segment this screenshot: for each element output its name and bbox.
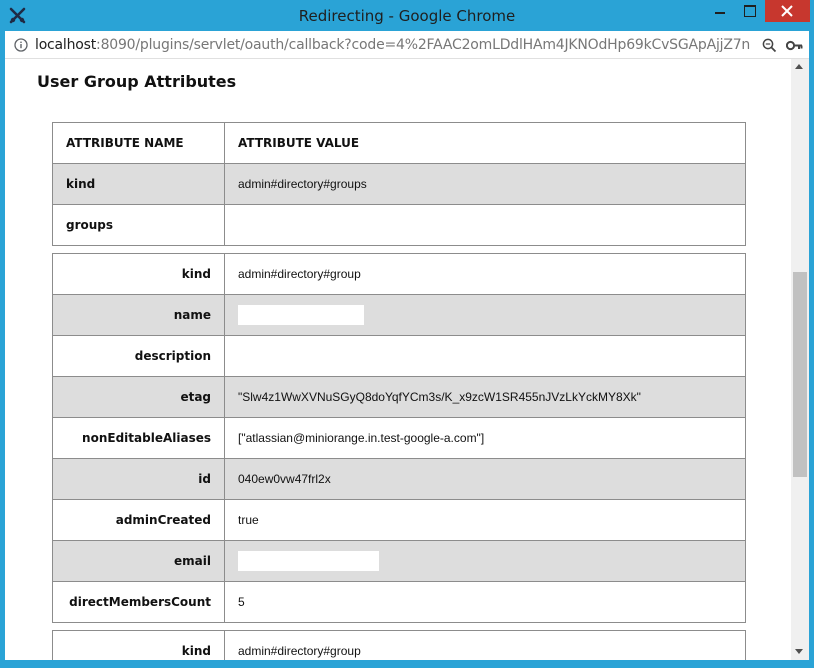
table-row: directMembersCount 5	[52, 581, 746, 623]
redacted-value	[238, 305, 364, 325]
table-row: kind admin#directory#group	[52, 630, 746, 660]
attribute-name: etag	[52, 376, 225, 418]
close-button[interactable]	[765, 0, 810, 22]
attribute-name: id	[52, 458, 225, 500]
table-row: description	[52, 335, 746, 377]
scrollbar-thumb[interactable]	[793, 272, 807, 477]
redacted-value	[238, 551, 379, 571]
vertical-scrollbar[interactable]	[791, 59, 809, 660]
window-title: Redirecting - Google Chrome	[298, 7, 516, 25]
attribute-name: kind	[52, 253, 225, 295]
info-icon[interactable]	[14, 38, 28, 52]
attribute-value: 040ew0vw47frl2x	[224, 458, 746, 500]
page-viewport: User Group Attributes ATTRIBUTE NAME ATT…	[5, 59, 791, 660]
table-row: etag "Slw4z1WwXVNuSGyQ8doYqfYCm3s/K_x9zc…	[52, 376, 746, 418]
url-text[interactable]: localhost:8090/plugins/servlet/oauth/cal…	[35, 37, 750, 55]
table-header-row: ATTRIBUTE NAME ATTRIBUTE VALUE	[52, 122, 746, 164]
attribute-value-redacted	[224, 540, 746, 582]
attribute-value-redacted	[224, 294, 746, 336]
table-row: groups	[52, 204, 746, 246]
group-attributes-table: kind admin#directory#group name descript…	[52, 253, 746, 623]
title-bar[interactable]: Redirecting - Google Chrome	[0, 0, 814, 31]
attribute-name: groups	[52, 204, 225, 246]
attribute-value: admin#directory#groups	[224, 163, 746, 205]
browser-window: Redirecting - Google Chrome localhost:80…	[0, 0, 814, 668]
zoom-icon[interactable]	[762, 38, 777, 53]
page-heading: User Group Attributes	[37, 72, 237, 91]
attribute-value: "Slw4z1WwXVNuSGyQ8doYqfYCm3s/K_x9zcW1SR4…	[224, 376, 746, 418]
table-row: name	[52, 294, 746, 336]
table-row: adminCreated true	[52, 499, 746, 541]
attribute-value: ["atlassian@miniorange.in.test-google-a.…	[224, 417, 746, 459]
attribute-value: admin#directory#group	[224, 630, 746, 660]
url-path: :8090/plugins/servlet/oauth/callback?cod…	[96, 37, 750, 53]
attribute-name: kind	[52, 163, 225, 205]
attribute-value: true	[224, 499, 746, 541]
table-row: nonEditableAliases ["atlassian@miniorang…	[52, 417, 746, 459]
attributes-header-table: ATTRIBUTE NAME ATTRIBUTE VALUE kind admi…	[52, 122, 746, 246]
close-icon	[781, 5, 793, 17]
table-row: email	[52, 540, 746, 582]
scroll-up-arrow-icon[interactable]	[795, 64, 803, 69]
attribute-name: directMembersCount	[52, 581, 225, 623]
key-icon[interactable]	[786, 39, 803, 52]
column-header-name: ATTRIBUTE NAME	[52, 122, 225, 164]
attribute-name: email	[52, 540, 225, 582]
attribute-name: name	[52, 294, 225, 336]
attribute-value: 5	[224, 581, 746, 623]
table-row: id 040ew0vw47frl2x	[52, 458, 746, 500]
table-row: kind admin#directory#group	[52, 253, 746, 295]
attribute-value: admin#directory#group	[224, 253, 746, 295]
attribute-value	[224, 204, 746, 246]
minimize-button[interactable]	[705, 0, 735, 22]
address-bar[interactable]: localhost:8090/plugins/servlet/oauth/cal…	[5, 31, 809, 59]
scroll-down-arrow-icon[interactable]	[795, 649, 803, 654]
attribute-name: nonEditableAliases	[52, 417, 225, 459]
group-attributes-table: kind admin#directory#group	[52, 630, 746, 660]
attribute-name: description	[52, 335, 225, 377]
attribute-name: adminCreated	[52, 499, 225, 541]
url-host: localhost	[35, 37, 97, 53]
table-row: kind admin#directory#groups	[52, 163, 746, 205]
attribute-name: kind	[52, 630, 225, 660]
maximize-button[interactable]	[735, 0, 765, 22]
attribute-value	[224, 335, 746, 377]
column-header-value: ATTRIBUTE VALUE	[224, 122, 746, 164]
